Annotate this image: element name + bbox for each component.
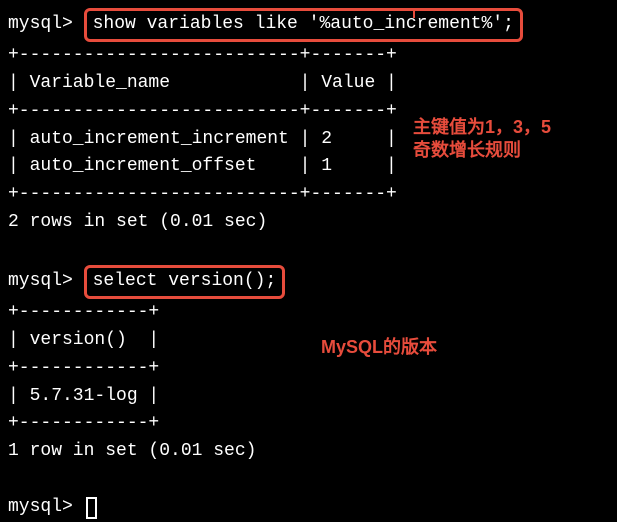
prompt-line-3[interactable]: mysql>	[8, 494, 609, 522]
mysql-prompt: mysql>	[8, 494, 84, 522]
table2-header: | version() |	[8, 327, 609, 355]
mysql-prompt: mysql>	[8, 268, 84, 296]
query-2-highlight: select version();	[84, 265, 286, 299]
table2-border-mid: +------------+	[8, 355, 609, 383]
prompt-line-2: mysql> select version();	[8, 265, 609, 299]
cursor-icon	[86, 497, 97, 519]
query-1-highlight: show variables like '%auto_increment%';	[84, 8, 523, 42]
blank-line-1	[8, 237, 609, 265]
table1-header: | Variable_name | Value |	[8, 70, 609, 98]
table2-border-top: +------------+	[8, 299, 609, 327]
annotation-primary-key: 主键值为1，3，5 奇数增长规则	[413, 116, 551, 163]
annotation-mysql-version: MySQL的版本	[321, 336, 437, 359]
prompt-line-1: mysql> show variables like '%auto_increm…	[8, 8, 609, 42]
blank-line-2	[8, 466, 609, 494]
table1-border-top: +--------------------------+-------+	[8, 42, 609, 70]
table2-border-bot: +------------+	[8, 410, 609, 438]
terminal-output: mysql> show variables like '%auto_increm…	[8, 8, 609, 522]
result2: 1 row in set (0.01 sec)	[8, 438, 609, 466]
table2-row1: | 5.7.31-log |	[8, 383, 609, 411]
table1-border-bot: +--------------------------+-------+	[8, 181, 609, 209]
mysql-prompt: mysql>	[8, 11, 84, 39]
result1: 2 rows in set (0.01 sec)	[8, 209, 609, 237]
annotation-tick	[413, 8, 415, 18]
